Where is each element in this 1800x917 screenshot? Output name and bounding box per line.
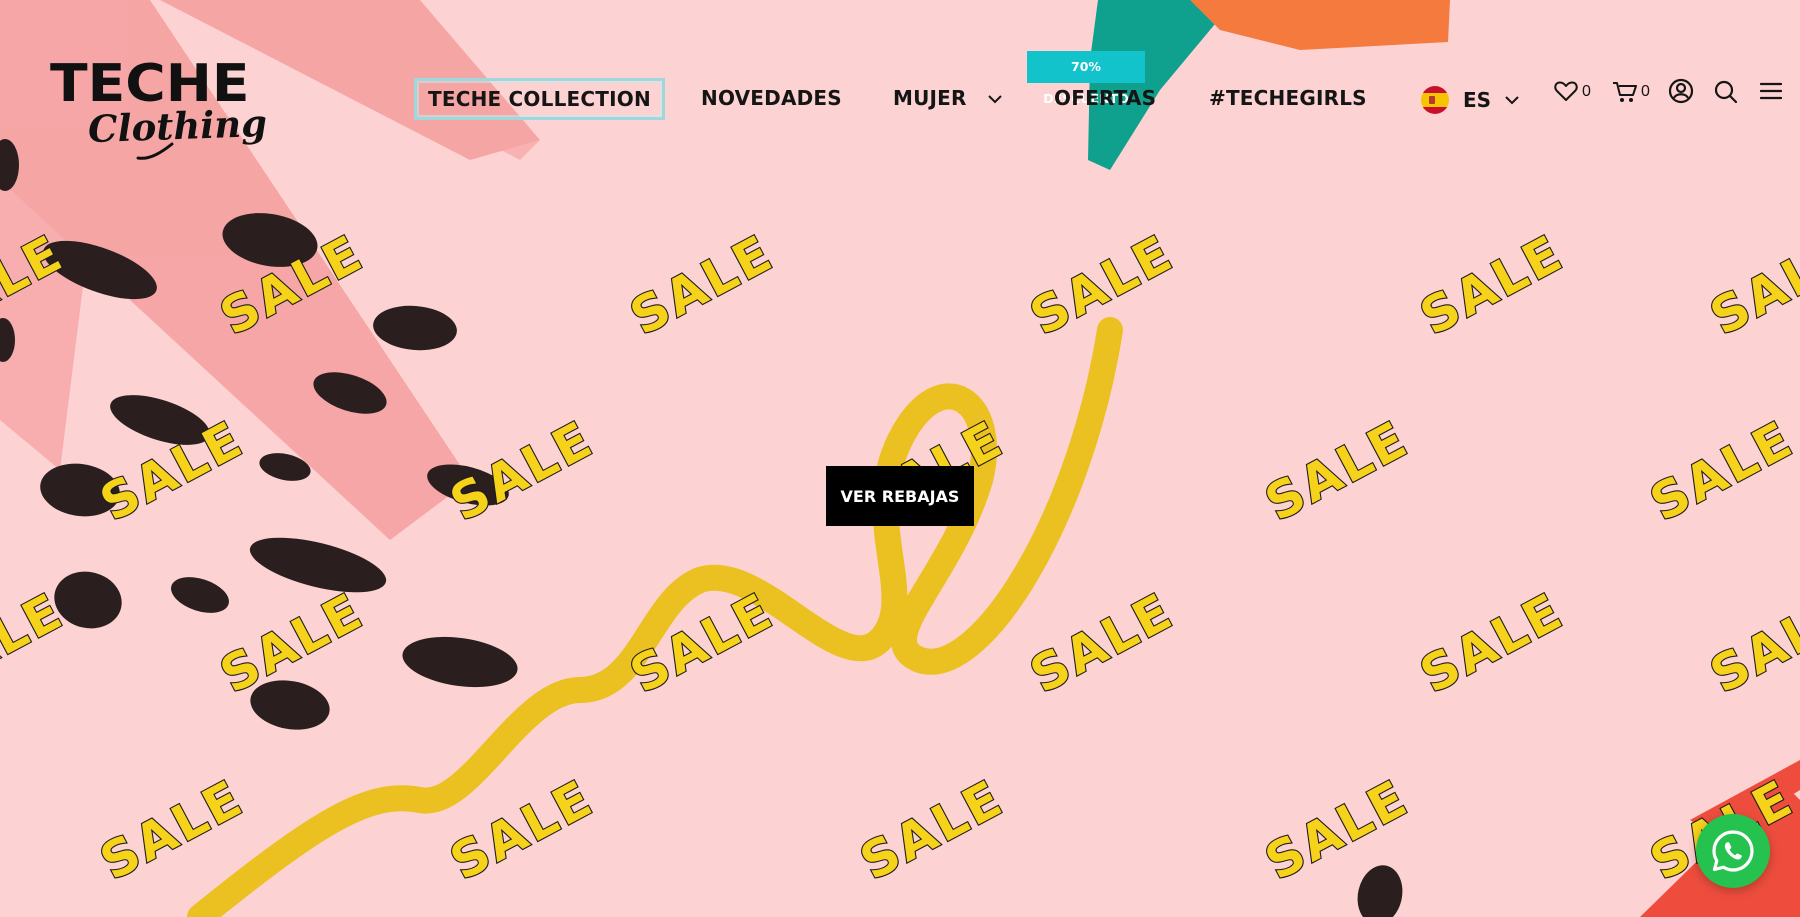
sale-pattern-text: SALE <box>1411 224 1573 347</box>
sale-pattern-text: SALE <box>1256 410 1418 533</box>
sale-pattern-text: SALE <box>621 224 783 347</box>
wishlist-count: 0 <box>1582 83 1591 100</box>
whatsapp-icon <box>1712 830 1754 872</box>
ofertas-discount-badge: 70% DESCUENTO <box>1027 51 1145 106</box>
whatsapp-chat-button[interactable] <box>1696 814 1770 888</box>
sale-pattern-text: SALE <box>621 582 783 705</box>
language-code: ES <box>1463 88 1492 112</box>
cart-icon[interactable] <box>1612 80 1638 104</box>
logo-tagline: Clothing <box>87 100 268 152</box>
sale-pattern-text: SALE <box>1021 582 1183 705</box>
heart-icon[interactable] <box>1554 80 1578 102</box>
ver-rebajas-button[interactable]: VER REBAJAS <box>826 466 974 526</box>
nav-mujer-label: MUJER <box>893 86 967 110</box>
cart-count: 0 <box>1641 83 1650 100</box>
logo-swash-decoration <box>136 142 174 160</box>
nav-ofertas[interactable]: OFERTAS <box>1054 86 1156 110</box>
sale-pattern-text: SALE <box>1701 582 1800 705</box>
sale-pattern-text: SALE <box>851 769 1013 892</box>
nav-techegirls[interactable]: #TECHEGIRLS <box>1209 86 1367 110</box>
hero-background-art: SALE SALE SALE SALE SALE SALESALE SALE SALE SALE… <box>0 0 1800 917</box>
spain-flag-icon <box>1421 86 1449 114</box>
sale-pattern-text: SALE <box>1641 410 1800 533</box>
search-icon[interactable] <box>1714 80 1738 104</box>
menu-icon[interactable] <box>1760 82 1782 100</box>
sale-pattern-text: SALE <box>91 769 253 892</box>
sale-pattern-text: SALE <box>1411 582 1573 705</box>
nav-novedades[interactable]: NOVEDADES <box>701 86 842 110</box>
sale-pattern-text: SALE <box>1701 224 1800 347</box>
language-selector[interactable]: ES <box>1421 86 1519 114</box>
chevron-down-icon <box>988 95 1002 104</box>
user-icon[interactable] <box>1668 78 1694 104</box>
nav-mujer[interactable]: MUJER <box>893 86 1002 110</box>
chevron-down-icon <box>1505 95 1519 104</box>
brand-logo[interactable]: TECHE Clothing <box>50 58 268 160</box>
nav-teche-collection[interactable]: TECHE COLLECTION <box>414 78 665 120</box>
sale-pattern-text: SALE <box>441 410 603 533</box>
hero-banner: SALE SALE SALE SALE SALE SALE SALE SALE SALE SALE… <box>0 0 1800 917</box>
